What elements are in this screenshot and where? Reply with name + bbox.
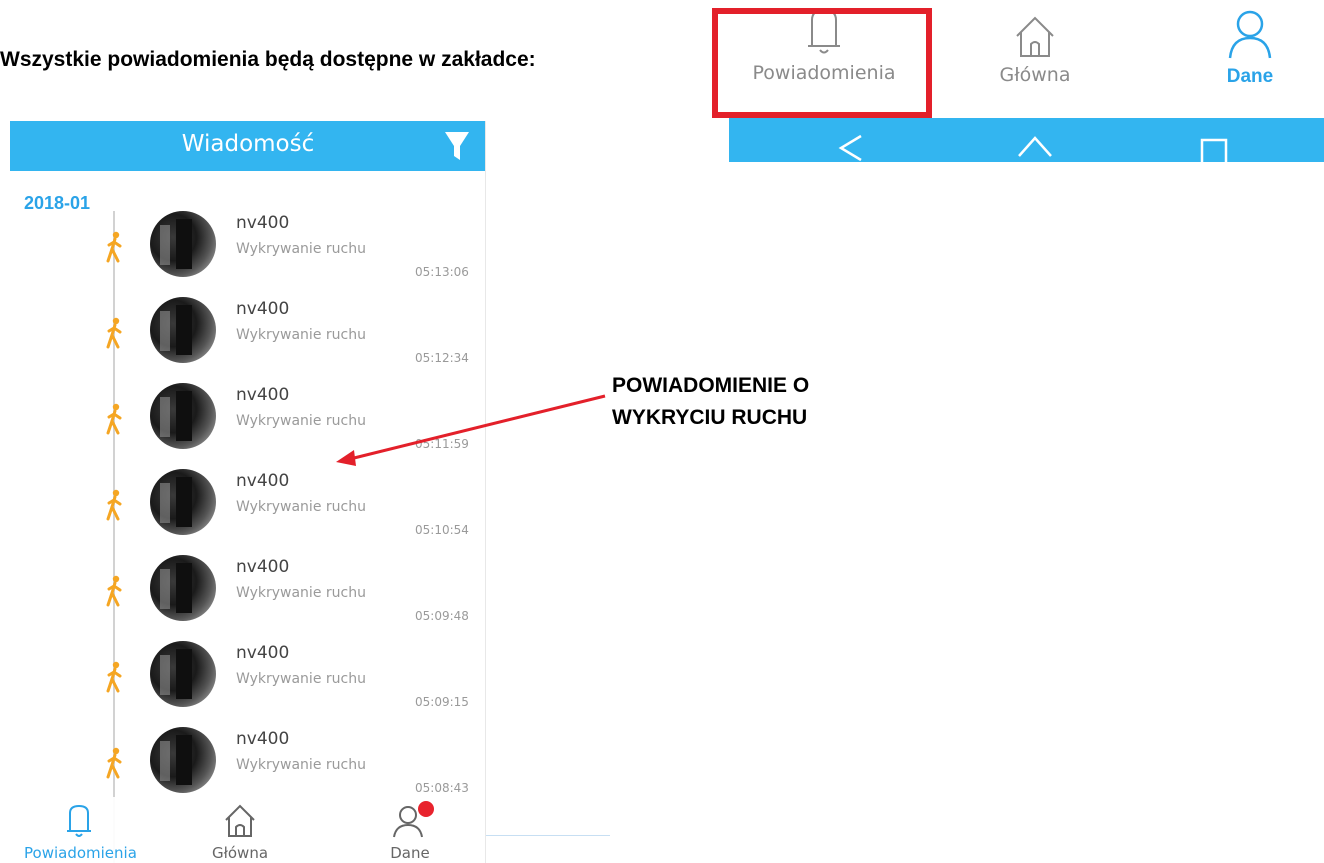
camera-snapshot[interactable] [150,727,216,793]
phone-screen: Wiadomość 2018-01 nv400 Wykrywanie ruchu 0… [10,121,486,863]
event-time: 05:09:15 [415,695,469,709]
list-item[interactable]: nv400 Wykrywanie ruchu 05:10:54 [10,467,485,553]
instruction-text: Wszystkie powiadomienia będą dostępne w … [0,48,536,71]
list-item[interactable]: nv400 Wykrywanie ruchu 05:13:06 [10,209,485,295]
event-description: Wykrywanie ruchu [236,585,366,601]
camera-snapshot[interactable] [150,297,216,363]
zoom-tab-profile[interactable]: Dane [1205,6,1295,88]
walking-person-icon [106,231,122,263]
tab-label: Dane [390,844,430,862]
walking-person-icon [106,747,122,779]
camera-snapshot[interactable] [150,641,216,707]
device-name: nv400 [236,471,290,491]
walking-person-icon [106,489,122,521]
zoom-tab-label: Główna [999,64,1071,86]
event-time: 05:11:59 [415,437,469,451]
event-description: Wykrywanie ruchu [236,671,366,687]
tab-home[interactable]: Główna [200,803,280,862]
home-icon [1016,16,1054,57]
user-icon [1228,10,1272,59]
system-nav-bar [729,118,1324,162]
event-time: 05:12:34 [415,351,469,365]
annotation-label: POWIADOMIENIE O WYKRYCIU RUCHU [612,370,809,434]
device-name: nv400 [236,729,290,749]
divider [486,835,610,836]
camera-snapshot[interactable] [150,211,216,277]
device-name: nv400 [236,643,290,663]
zoom-tab-label: Dane [1226,66,1274,87]
walking-person-icon [106,403,122,435]
event-time: 05:13:06 [415,265,469,279]
event-description: Wykrywanie ruchu [236,413,366,429]
camera-snapshot[interactable] [150,469,216,535]
event-time: 05:08:43 [415,781,469,795]
recent-apps-icon[interactable] [1199,132,1229,162]
device-name: nv400 [236,299,290,319]
device-name: nv400 [236,385,290,405]
notification-badge [418,801,434,817]
event-time: 05:10:54 [415,523,469,537]
event-description: Wykrywanie ruchu [236,241,366,257]
camera-snapshot[interactable] [150,555,216,621]
annotation-line-2: WYKRYCIU RUCHU [612,406,808,429]
list-item[interactable]: nv400 Wykrywanie ruchu 05:11:59 [10,381,485,467]
list-item[interactable]: nv400 Wykrywanie ruchu 05:09:15 [10,639,485,725]
camera-snapshot[interactable] [150,383,216,449]
filter-icon[interactable] [444,130,470,162]
highlight-frame [712,8,932,118]
page-title: Wiadomość [181,131,315,157]
walking-person-icon [106,317,122,349]
tab-profile[interactable]: Dane [380,801,440,862]
event-description: Wykrywanie ruchu [236,757,366,773]
list-item[interactable]: nv400 Wykrywanie ruchu 05:09:48 [10,553,485,639]
walking-person-icon [106,661,122,693]
bottom-nav: Powiadomienia Główna Dane [10,797,485,863]
tab-notifications[interactable]: Powiadomienia [24,803,137,862]
bell-icon [67,804,91,837]
device-name: nv400 [236,213,290,233]
home-outline-icon[interactable] [1015,132,1055,162]
tab-label: Powiadomienia [24,844,137,862]
list-item[interactable]: nv400 Wykrywanie ruchu 05:12:34 [10,295,485,381]
event-description: Wykrywanie ruchu [236,499,366,515]
event-time: 05:09:48 [415,609,469,623]
zoom-tab-home[interactable]: Główna [985,14,1085,86]
device-name: nv400 [236,557,290,577]
annotation-line-1: POWIADOMIENIE O [612,374,810,397]
back-icon[interactable] [837,132,865,162]
event-description: Wykrywanie ruchu [236,327,366,343]
walking-person-icon [106,575,122,607]
notification-list: nv400 Wykrywanie ruchu 05:13:06 nv400 Wykryw… [10,209,485,809]
app-header: Wiadomość [10,121,485,171]
tab-label: Główna [211,844,269,862]
home-icon [225,804,255,837]
